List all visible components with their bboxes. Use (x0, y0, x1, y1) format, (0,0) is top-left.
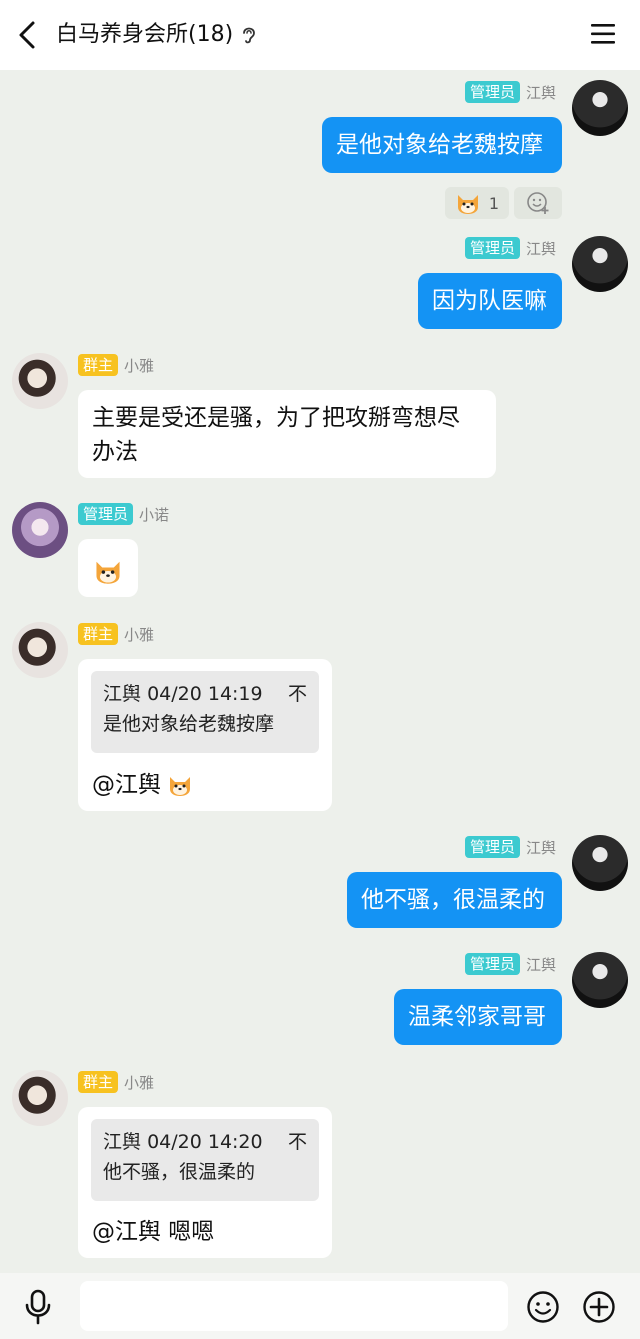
sender-name: 小雅 (124, 356, 155, 375)
message-meta: 管理员 江舆 (464, 80, 556, 104)
sender-name: 江舆 (525, 83, 556, 102)
reply-text-row: @江舆 (92, 768, 193, 802)
back-arrow-icon[interactable] (14, 20, 44, 50)
sender-name: 小雅 (124, 1073, 155, 1092)
avatar[interactable] (12, 353, 68, 409)
message-text: 是他对象给老魏按摩 (336, 132, 543, 158)
message-text: 他不骚，很温柔的 (361, 887, 545, 913)
message-text: 主要是受还是骚，为了把攻掰弯想尽办法 (92, 405, 460, 465)
admin-badge: 管理员 (464, 237, 520, 259)
emoji-reaction[interactable]: 1 (445, 187, 509, 219)
quote-author: 江舆 (103, 1131, 142, 1153)
admin-badge: 管理员 (464, 81, 520, 103)
sender-name: 小雅 (124, 625, 155, 644)
message-meta: 群主 小雅 (78, 622, 154, 646)
avatar[interactable] (12, 622, 68, 678)
owner-badge: 群主 (78, 354, 119, 376)
owner-badge: 群主 (78, 1071, 119, 1093)
menu-icon[interactable] (590, 22, 616, 46)
message-text: @江舆 (92, 772, 161, 798)
quote-time: 04/20 14:20 (147, 1131, 263, 1153)
emoji-icon[interactable] (526, 1290, 560, 1324)
quote-flag: 不 (287, 683, 307, 705)
add-emoji-icon (527, 192, 549, 214)
avatar[interactable] (12, 502, 68, 558)
avatar[interactable] (12, 1070, 68, 1126)
quoted-message[interactable]: 江舆 04/20 14:19 不 是他对象给老魏按摩 (91, 671, 319, 753)
message-text: @江舆 嗯嗯 (92, 1219, 215, 1245)
group-name: 白马养身会所(18) (56, 22, 234, 47)
microphone-icon[interactable] (24, 1289, 52, 1325)
sticker-message-bubble[interactable] (78, 539, 138, 597)
avatar[interactable] (572, 80, 628, 136)
sender-name: 江舆 (525, 838, 556, 857)
quote-author: 江舆 (103, 683, 142, 705)
quote-time: 04/20 14:19 (147, 683, 263, 705)
message-meta: 管理员 小诺 (78, 502, 169, 526)
input-bar (0, 1273, 640, 1339)
message-meta: 管理员 江舆 (464, 236, 556, 260)
quote-flag: 不 (287, 1131, 307, 1153)
avatar[interactable] (572, 952, 628, 1008)
avatar[interactable] (572, 835, 628, 891)
outgoing-message-bubble[interactable]: 他不骚，很温柔的 (347, 872, 562, 928)
outgoing-message-bubble[interactable]: 因为队医嘛 (418, 273, 562, 329)
message-meta: 管理员 江舆 (464, 835, 556, 859)
quote-text: 是他对象给老魏按摩 (103, 713, 275, 735)
message-text: 因为队医嘛 (432, 288, 547, 314)
admin-badge: 管理员 (464, 953, 520, 975)
admin-badge: 管理员 (78, 503, 134, 525)
sender-name: 江舆 (525, 239, 556, 258)
sender-name: 江舆 (525, 955, 556, 974)
message-text: 温柔邻家哥哥 (408, 1004, 546, 1030)
message-meta: 群主 小雅 (78, 353, 154, 377)
message-meta: 管理员 江舆 (464, 952, 556, 976)
outgoing-message-bubble[interactable]: 温柔邻家哥哥 (394, 989, 562, 1045)
outgoing-message-bubble[interactable]: 是他对象给老魏按摩 (322, 117, 562, 173)
reaction-count: 1 (488, 193, 500, 213)
shiba-emoji-icon (170, 777, 190, 796)
message-input[interactable] (80, 1281, 508, 1331)
chat-title: 白马养身会所(18) (56, 20, 257, 50)
owner-badge: 群主 (78, 623, 119, 645)
avatar[interactable] (572, 236, 628, 292)
ear-icon (243, 27, 256, 44)
message-meta: 群主 小雅 (78, 1070, 154, 1094)
shiba-emoji-icon (96, 561, 120, 584)
plus-icon[interactable] (582, 1290, 616, 1324)
sender-name: 小诺 (139, 505, 170, 524)
shiba-emoji-icon (457, 195, 478, 214)
add-reaction-button[interactable] (514, 187, 562, 219)
quote-text: 他不骚，很温柔的 (103, 1161, 256, 1183)
admin-badge: 管理员 (464, 836, 520, 858)
quoted-message[interactable]: 江舆 04/20 14:20 不 他不骚，很温柔的 (91, 1119, 319, 1201)
incoming-message-bubble[interactable]: 主要是受还是骚，为了把攻掰弯想尽办法 (78, 390, 496, 478)
chat-header: 白马养身会所(18) (0, 0, 640, 70)
